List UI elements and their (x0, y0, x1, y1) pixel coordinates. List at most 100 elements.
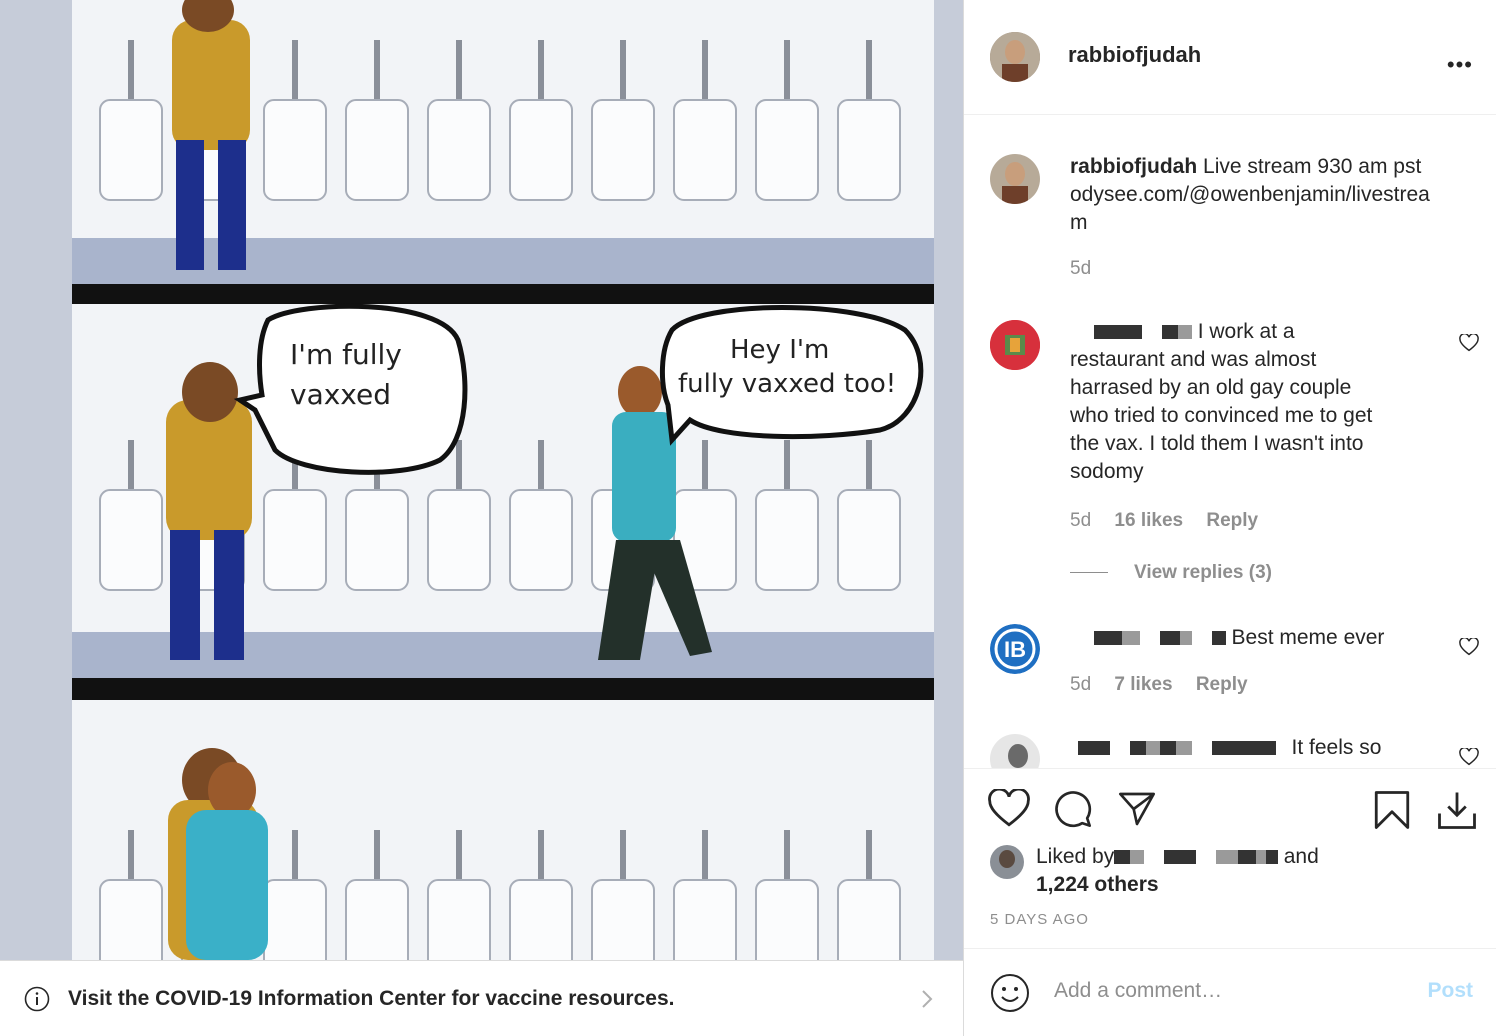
avatar-image (990, 845, 1024, 879)
comment-line: the vax. I told them I wasn't into (1070, 432, 1364, 455)
commenter-avatar[interactable]: IB (990, 624, 1040, 674)
comments-list[interactable]: rabbiofjudah Live stream 930 am pst odys… (964, 116, 1496, 768)
post-timestamp[interactable]: 5 DAYS AGO (990, 911, 1089, 928)
caption-time: 5d (1070, 258, 1092, 279)
comment-likes[interactable]: 7 likes (1114, 674, 1172, 695)
two-men-panel-3 (168, 748, 268, 960)
redacted-username (1161, 325, 1178, 340)
urinal (591, 99, 655, 201)
urinal (509, 99, 573, 201)
urinal-pipe (702, 440, 708, 490)
commenter-avatar[interactable] (990, 320, 1040, 370)
urinal-pipe (866, 440, 872, 490)
comment-line: who tried to convinced me to get (1070, 404, 1373, 427)
avatar-image (990, 320, 1040, 370)
like-comment-heart-icon[interactable] (1459, 334, 1479, 352)
bookmark-icon[interactable] (1372, 789, 1412, 831)
redacted-username (1114, 850, 1131, 865)
redacted-username (1122, 631, 1140, 646)
urinal (591, 879, 655, 960)
comment-icon[interactable] (1052, 789, 1094, 829)
reply-button[interactable]: Reply (1196, 674, 1248, 695)
comment-1-meta: 5d 16 likes Reply (1070, 510, 1258, 532)
download-icon[interactable] (1436, 789, 1478, 831)
comment-input[interactable]: Add a comment… (1054, 979, 1222, 1003)
comment-line: harrased by an old gay couple (1070, 376, 1352, 399)
redacted-username (1145, 741, 1160, 756)
like-comment-heart-icon[interactable] (1459, 748, 1479, 766)
bubble-right-line-2: fully vaxxed too! (678, 369, 896, 399)
commenter-avatar[interactable] (990, 734, 1040, 768)
urinal (345, 99, 409, 201)
covid-info-banner[interactable]: Visit the COVID-19 Information Center fo… (0, 960, 963, 1036)
redacted-username (1094, 325, 1142, 340)
avatar-image (990, 32, 1040, 82)
bubble-left-line-1: I'm fully (290, 338, 402, 371)
urinal (755, 879, 819, 960)
redacted-username (1159, 631, 1180, 646)
header-username[interactable]: rabbiofjudah (1068, 42, 1201, 68)
urinal-pipe (620, 830, 626, 880)
comment-likes[interactable]: 16 likes (1114, 510, 1183, 531)
emoji-icon[interactable] (990, 973, 1030, 1013)
urinal-pipe (702, 40, 708, 100)
urinal (673, 99, 737, 201)
redacted-username (1265, 850, 1278, 865)
urinal-pipe (128, 830, 134, 880)
urinal-pipe (784, 40, 790, 100)
urinal (345, 879, 409, 960)
caption-link[interactable]: odysee.com/@owenbenjamin/livestrea (1070, 183, 1430, 206)
caption-avatar[interactable] (990, 154, 1040, 204)
caption-username[interactable]: rabbiofjudah (1070, 155, 1197, 178)
more-options-button[interactable]: ••• (1447, 52, 1473, 78)
avatar[interactable] (990, 32, 1040, 82)
urinal (427, 489, 491, 591)
urinal-pipe (538, 830, 544, 880)
redacted-username (1159, 741, 1176, 756)
comment-line: restaurant and was almost (1070, 348, 1317, 371)
redacted-username (1211, 741, 1276, 756)
post-button[interactable]: Post (1427, 979, 1473, 1003)
urinal (99, 489, 163, 591)
likes-count[interactable]: 1,224 others (1036, 873, 1159, 896)
urinal (263, 879, 327, 960)
urinal-pipe (292, 40, 298, 100)
comment-2-meta: 5d 7 likes Reply (1070, 674, 1248, 696)
avatar-image (990, 154, 1040, 204)
comment-line: sodomy (1070, 460, 1144, 483)
liker-avatar[interactable] (990, 845, 1024, 879)
urinal (755, 489, 819, 591)
divider (1070, 572, 1108, 574)
view-replies-button[interactable]: View replies (3) (1070, 562, 1272, 584)
redacted-username (1078, 741, 1110, 756)
post-header: rabbiofjudah ••• (964, 0, 1496, 115)
urinal (263, 489, 327, 591)
urinal (837, 99, 901, 201)
redacted-username (1211, 631, 1226, 646)
urinal-pipe (128, 440, 134, 490)
bubble-right-line-1: Hey I'm (730, 335, 829, 365)
avatar-image: IB (990, 624, 1040, 674)
heart-icon[interactable] (988, 789, 1030, 829)
urinal-pipe (456, 440, 462, 490)
comment-2: Best meme ever (1070, 624, 1480, 652)
comment-line: Best meme ever (1231, 626, 1385, 649)
post-actions: Liked by and 1,224 others 5 DAYS AGO (964, 768, 1496, 948)
reply-button[interactable]: Reply (1206, 510, 1258, 531)
urinal-pipe (128, 40, 134, 100)
redacted-username (1179, 631, 1192, 646)
like-comment-heart-icon[interactable] (1459, 638, 1479, 656)
urinal (509, 489, 573, 591)
share-icon[interactable] (1116, 789, 1158, 829)
redacted-username (1164, 850, 1197, 865)
redacted-username (1215, 850, 1238, 865)
post-media-image[interactable]: I'm fully vaxxed Hey I'm fully vaxxed to… (0, 0, 963, 960)
covid-info-text: Visit the COVID-19 Information Center fo… (68, 986, 675, 1010)
bubble-left-line-2: vaxxed (290, 378, 391, 411)
meme-comic: I'm fully vaxxed Hey I'm fully vaxxed to… (0, 0, 963, 960)
urinal-pipe (620, 40, 626, 100)
info-icon (24, 986, 50, 1011)
urinal-pipe (538, 440, 544, 490)
urinal-pipe (374, 40, 380, 100)
urinal-pipe (374, 830, 380, 880)
